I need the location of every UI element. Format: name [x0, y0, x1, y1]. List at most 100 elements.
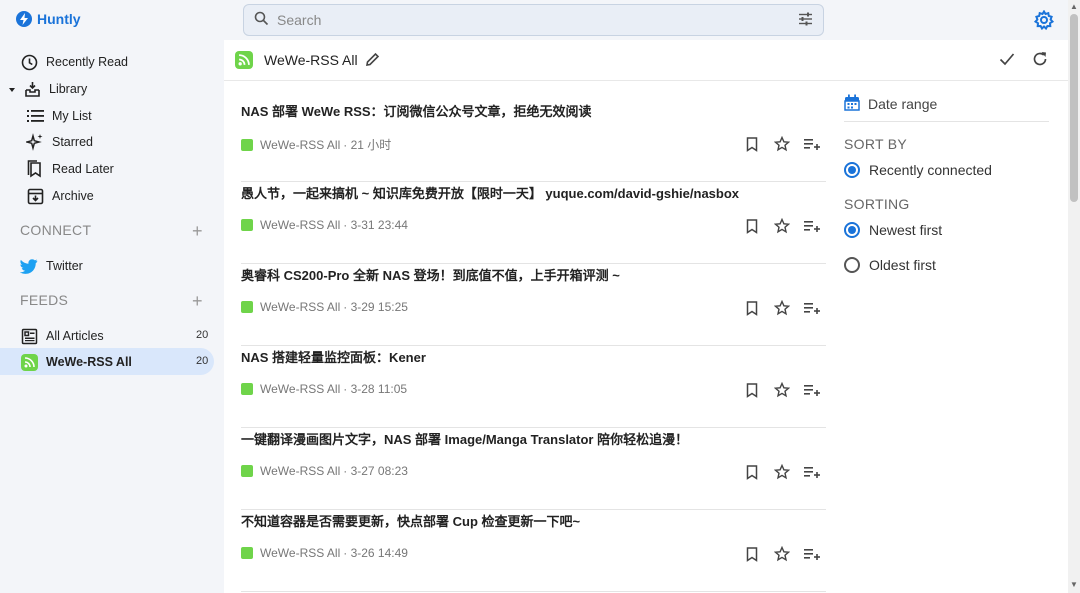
- article-meta: WeWe-RSS All · 3-28 11:05: [241, 382, 407, 396]
- sidebar: Recently Read Library My List Starred Re…: [0, 40, 224, 593]
- add-to-list-icon[interactable]: [803, 135, 821, 153]
- sidebar-item-my-list[interactable]: My List: [26, 107, 92, 125]
- bookmark-icon[interactable]: [743, 299, 761, 317]
- article-title[interactable]: NAS 搭建轻量监控面板：Kener: [241, 347, 426, 366]
- all-articles-count: 20: [196, 329, 209, 341]
- search-bar: [243, 4, 824, 36]
- sort-newest-first-option[interactable]: Newest first: [844, 222, 942, 238]
- sidebar-item-label: Read Later: [52, 162, 114, 176]
- date-range-label: Date range: [868, 96, 938, 112]
- article-item[interactable]: 不知道容器是否需要更新，快点部署 Cup 检查更新一下吧~ WeWe-RSS A…: [241, 510, 826, 592]
- sidebar-item-all-articles[interactable]: All Articles: [20, 327, 104, 345]
- article-item[interactable]: 愚人节，一起来搞机 ~ 知识库免费开放【限时一天】 yuque.com/davi…: [241, 182, 826, 264]
- list-icon: [26, 107, 44, 125]
- scrollbar-thumb[interactable]: [1070, 14, 1078, 202]
- radio-label: Oldest first: [869, 257, 936, 273]
- add-to-list-icon[interactable]: [803, 545, 821, 563]
- article-source: WeWe-RSS All: [260, 382, 341, 396]
- rss-feed-icon: [20, 353, 38, 371]
- sidebar-item-read-later[interactable]: Read Later: [26, 160, 114, 178]
- settings-gear-icon[interactable]: [1033, 9, 1055, 33]
- add-to-list-icon[interactable]: [803, 299, 821, 317]
- rss-feed-icon: [241, 301, 253, 313]
- article-item[interactable]: 一键翻译漫画图片文字，NAS 部署 Image/Manga Translator…: [241, 428, 826, 510]
- article-title[interactable]: 奥睿科 CS200-Pro 全新 NAS 登场！到底值不值，上手开箱评测 ~: [241, 265, 620, 284]
- article-source: WeWe-RSS All: [260, 137, 341, 152]
- bookmark-icon[interactable]: [743, 463, 761, 481]
- feed-title: WeWe-RSS All: [264, 52, 358, 68]
- archive-icon: [26, 187, 44, 205]
- article-source: WeWe-RSS All: [260, 546, 341, 560]
- article-title[interactable]: NAS 部署 WeWe RSS：订阅微信公众号文章，拒绝无效阅读: [241, 101, 592, 120]
- radio-selected[interactable]: [844, 222, 860, 238]
- star-icon[interactable]: [773, 299, 791, 317]
- sparkle-icon: [26, 133, 44, 151]
- article-actions: [743, 299, 821, 317]
- bookmark-icon[interactable]: [743, 381, 761, 399]
- article-title[interactable]: 一键翻译漫画图片文字，NAS 部署 Image/Manga Translator…: [241, 429, 688, 448]
- refresh-icon[interactable]: [1032, 51, 1048, 70]
- scroll-down-arrow-icon[interactable]: ▼: [1070, 581, 1078, 589]
- article-meta: WeWe-RSS All · 3-27 08:23: [241, 464, 408, 478]
- sort-by-title: SORT BY: [844, 136, 908, 152]
- article-item[interactable]: 奥睿科 CS200-Pro 全新 NAS 登场！到底值不值，上手开箱评测 ~ W…: [241, 264, 826, 346]
- sidebar-item-recently-read[interactable]: Recently Read: [20, 53, 128, 71]
- rss-feed-icon: [241, 383, 253, 395]
- add-to-list-icon[interactable]: [803, 463, 821, 481]
- date-range-picker[interactable]: Date range: [844, 94, 1049, 122]
- sidebar-item-label: Library: [49, 82, 88, 96]
- star-icon[interactable]: [773, 217, 791, 235]
- sort-recently-connected-option[interactable]: Recently connected: [844, 162, 992, 178]
- add-to-list-icon[interactable]: [803, 381, 821, 399]
- connect-add-icon[interactable]: +: [192, 222, 203, 240]
- sidebar-item-label: My List: [52, 109, 92, 123]
- sidebar-item-wewe-rss-all[interactable]: WeWe-RSS All: [20, 353, 132, 371]
- search-icon: [254, 11, 269, 29]
- article-title[interactable]: 不知道容器是否需要更新，快点部署 Cup 检查更新一下吧~: [241, 511, 580, 530]
- radio-label: Newest first: [869, 222, 943, 238]
- filter-sliders-icon[interactable]: [798, 12, 813, 29]
- sidebar-item-starred[interactable]: Starred: [26, 133, 93, 151]
- mark-read-check-icon[interactable]: [999, 52, 1015, 69]
- add-to-list-icon[interactable]: [803, 217, 821, 235]
- bookmark-icon[interactable]: [743, 135, 761, 153]
- rss-feed-icon: [235, 51, 253, 69]
- article-item[interactable]: NAS 部署 WeWe RSS：订阅微信公众号文章，拒绝无效阅读 WeWe-RS…: [241, 100, 826, 182]
- sidebar-item-archive[interactable]: Archive: [26, 187, 94, 205]
- star-icon[interactable]: [773, 135, 791, 153]
- star-icon[interactable]: [773, 463, 791, 481]
- feed-header: WeWe-RSS All: [224, 40, 1068, 81]
- sidebar-item-label: WeWe-RSS All: [46, 355, 132, 369]
- bookmark-icon[interactable]: [743, 217, 761, 235]
- edit-pencil-icon[interactable]: [365, 52, 380, 70]
- connect-section-title: CONNECT: [20, 222, 92, 238]
- scroll-up-arrow-icon[interactable]: ▲: [1070, 3, 1078, 11]
- radio-unselected[interactable]: [844, 257, 860, 273]
- sidebar-item-label: Archive: [52, 189, 94, 203]
- sidebar-item-label: Starred: [52, 135, 93, 149]
- article-meta: WeWe-RSS All · 3-26 14:49: [241, 546, 408, 560]
- article-actions: [743, 381, 821, 399]
- bookmark-icon[interactable]: [743, 545, 761, 563]
- article-meta: WeWe-RSS All · 3-31 23:44: [241, 218, 408, 232]
- article-meta: WeWe-RSS All · 3-29 15:25: [241, 300, 408, 314]
- caret-down-icon[interactable]: [9, 82, 15, 96]
- window-scrollbar[interactable]: ▲ ▼: [1068, 0, 1080, 593]
- article-meta: WeWe-RSS All · 21 小时: [241, 136, 391, 153]
- feeds-add-icon[interactable]: +: [192, 292, 203, 310]
- article-title[interactable]: 愚人节，一起来搞机 ~ 知识库免费开放【限时一天】 yuque.com/davi…: [241, 183, 739, 202]
- app-logo[interactable]: Huntly: [16, 11, 81, 27]
- article-source: WeWe-RSS All: [260, 464, 341, 478]
- search-input[interactable]: [277, 12, 798, 28]
- sidebar-item-twitter[interactable]: Twitter: [20, 257, 83, 275]
- article-time: · 3-31 23:44: [343, 218, 408, 232]
- sidebar-item-library[interactable]: Library: [9, 80, 87, 98]
- radio-selected[interactable]: [844, 162, 860, 178]
- star-icon[interactable]: [773, 381, 791, 399]
- articles-grid-icon: [20, 327, 38, 345]
- main-pane: WeWe-RSS All NAS 部署 WeWe RSS：订阅微信公众号文章，拒…: [224, 40, 1068, 593]
- star-icon[interactable]: [773, 545, 791, 563]
- sort-oldest-first-option[interactable]: Oldest first: [844, 257, 936, 273]
- radio-label: Recently connected: [869, 162, 992, 178]
- article-item[interactable]: NAS 搭建轻量监控面板：Kener WeWe-RSS All · 3-28 1…: [241, 346, 826, 428]
